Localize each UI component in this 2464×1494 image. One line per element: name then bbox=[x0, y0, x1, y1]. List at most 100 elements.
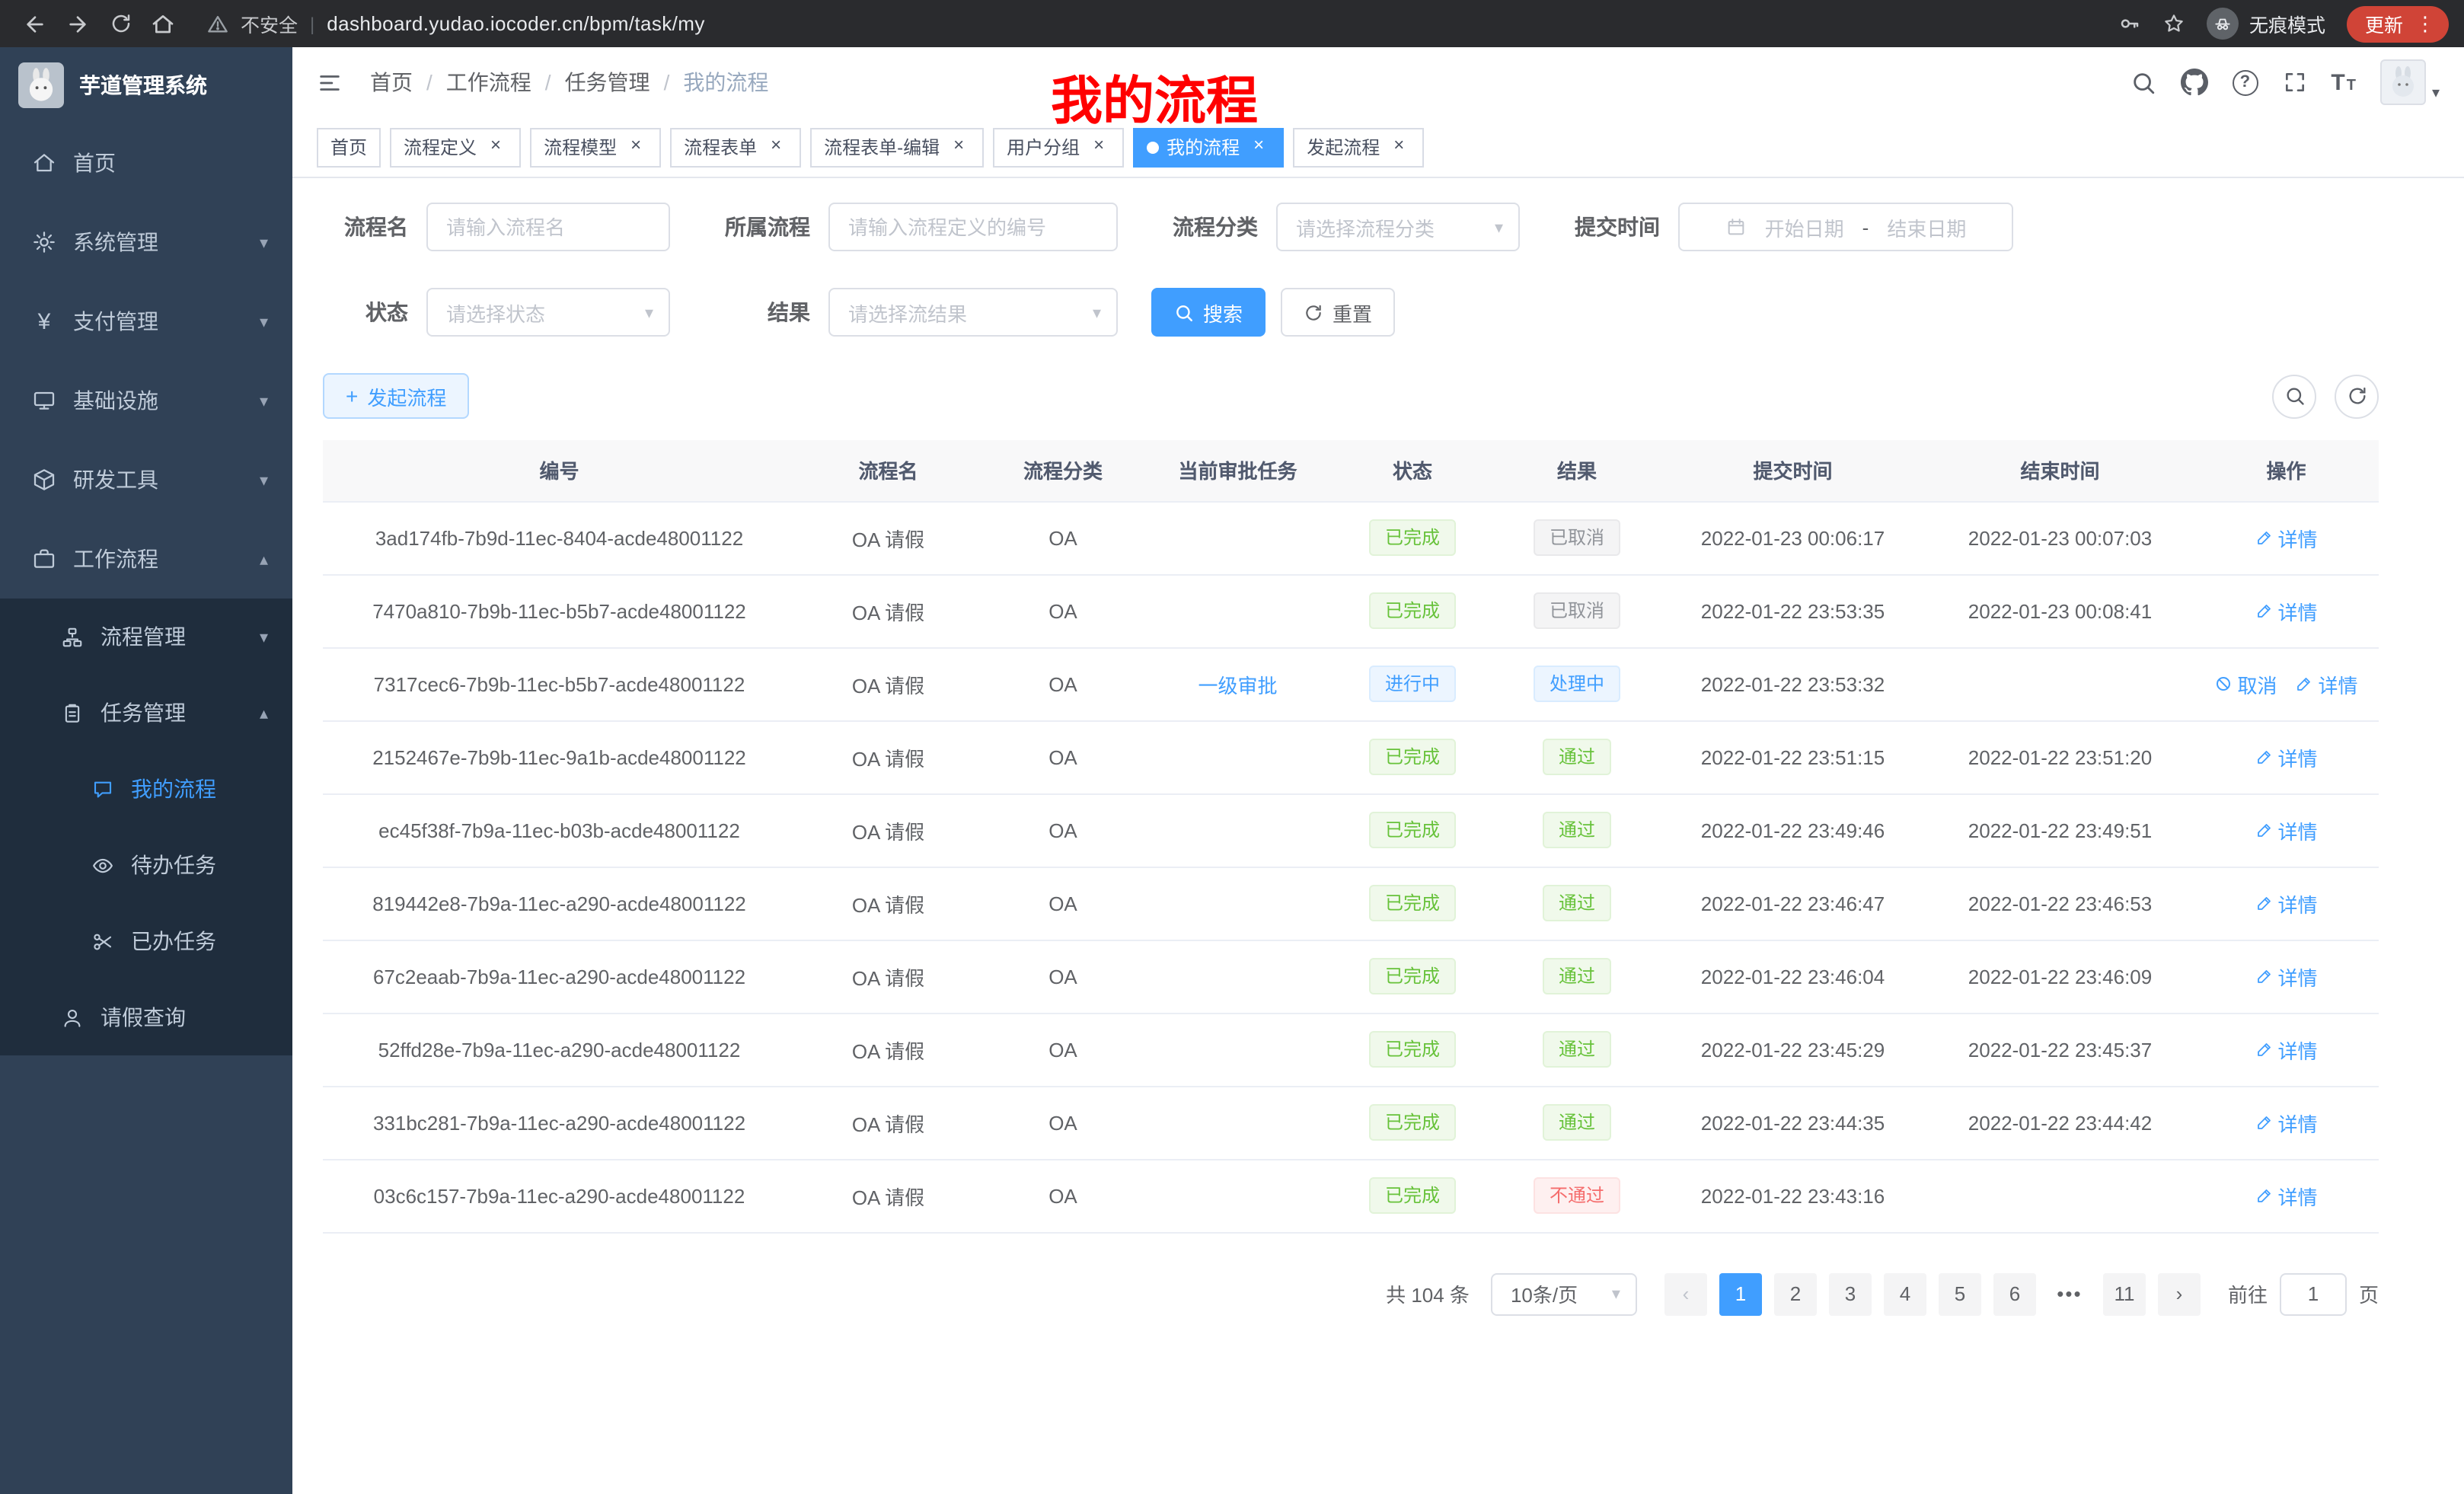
user-menu[interactable]: ▾ bbox=[2380, 59, 2440, 105]
detail-button[interactable]: 详情 bbox=[2255, 1108, 2317, 1137]
detail-button[interactable]: 详情 bbox=[2255, 1035, 2317, 1064]
filter-row-2: 状态 请选择状态 ▾ 结果 请选择流结果 ▾ 搜索 bbox=[323, 288, 2379, 337]
goto-unit: 页 bbox=[2359, 1279, 2379, 1308]
reset-button[interactable]: 重置 bbox=[1281, 288, 1395, 337]
sidebar-item-todo-task[interactable]: 待办任务 bbox=[0, 827, 292, 903]
cell-submit-time: 2022-01-22 23:43:16 bbox=[1659, 1159, 1926, 1232]
sidebar-item-done-task[interactable]: 已办任务 bbox=[0, 903, 292, 979]
address-bar[interactable]: 不安全 | dashboard.yudao.iocoder.cn/bpm/tas… bbox=[207, 9, 705, 38]
tab[interactable]: 首页 × bbox=[317, 127, 381, 167]
cell-process-name: OA 请假 bbox=[796, 720, 981, 793]
breadcrumb-item[interactable]: 工作流程 bbox=[413, 67, 531, 97]
close-icon[interactable]: × bbox=[1387, 136, 1410, 158]
sidebar-item-devtools[interactable]: 研发工具 ▾ bbox=[0, 440, 292, 519]
cell-status: 已完成 bbox=[1330, 1159, 1495, 1232]
prev-page-button[interactable]: ‹ bbox=[1664, 1272, 1707, 1315]
tab[interactable]: 发起流程 × bbox=[1293, 127, 1424, 167]
back-icon[interactable] bbox=[15, 4, 55, 43]
result-badge: 已取消 bbox=[1534, 592, 1620, 629]
sidebar-item-my-process[interactable]: 我的流程 bbox=[0, 751, 292, 827]
close-icon[interactable]: × bbox=[1087, 136, 1110, 158]
page-button[interactable]: 1 bbox=[1719, 1272, 1762, 1315]
eye-icon bbox=[88, 854, 116, 876]
chevron-down-icon: ▾ bbox=[645, 302, 653, 322]
url-text[interactable]: dashboard.yudao.iocoder.cn/bpm/task/my bbox=[327, 12, 705, 35]
cancel-button[interactable]: 取消 bbox=[2214, 669, 2277, 698]
page-button[interactable]: 5 bbox=[1939, 1272, 1981, 1315]
refresh-icon[interactable] bbox=[2335, 374, 2379, 418]
browser-menu-icon[interactable]: ⋮ bbox=[2415, 11, 2435, 36]
sidebar-toggle-icon[interactable] bbox=[317, 69, 343, 95]
process-name-input[interactable] bbox=[426, 203, 670, 251]
close-icon[interactable]: × bbox=[624, 136, 647, 158]
chevron-down-icon: ▾ bbox=[260, 391, 268, 410]
page-button[interactable]: 11 bbox=[2103, 1272, 2146, 1315]
breadcrumb-item[interactable]: 我的流程 bbox=[650, 67, 769, 97]
submit-time-range-picker[interactable]: 开始日期 - 结束日期 bbox=[1678, 203, 2013, 251]
current-task-link[interactable]: 一级审批 bbox=[1198, 669, 1277, 698]
breadcrumb-item[interactable]: 任务管理 bbox=[531, 67, 650, 97]
page-button[interactable]: 2 bbox=[1774, 1272, 1817, 1315]
home-icon[interactable] bbox=[143, 4, 183, 43]
start-process-button[interactable]: + 发起流程 bbox=[323, 373, 469, 419]
sidebar-item-process-mgmt[interactable]: 流程管理 ▾ bbox=[0, 599, 292, 675]
help-icon[interactable]: ? bbox=[2232, 69, 2258, 95]
close-icon[interactable]: × bbox=[484, 136, 507, 158]
column-header: 流程名 bbox=[796, 440, 981, 501]
category-select[interactable]: 请选择流程分类 ▾ bbox=[1276, 203, 1520, 251]
sidebar-item-home[interactable]: 首页 bbox=[0, 123, 292, 203]
page-size-select[interactable]: 10条/页 ▾ bbox=[1491, 1272, 1637, 1315]
cell-category: OA bbox=[981, 1013, 1145, 1086]
tab[interactable]: 流程定义 × bbox=[390, 127, 521, 167]
bookmark-star-icon[interactable] bbox=[2162, 12, 2185, 35]
cell-id: 03c6c157-7b9a-11ec-a290-acde48001122 bbox=[323, 1159, 796, 1232]
page-button[interactable]: ••• bbox=[2048, 1272, 2091, 1315]
sidebar-item-system[interactable]: 系统管理 ▾ bbox=[0, 203, 292, 282]
search-icon[interactable] bbox=[2130, 69, 2156, 95]
tab[interactable]: 流程表单-编辑 × bbox=[810, 127, 984, 167]
breadcrumb-item[interactable]: 首页 bbox=[370, 67, 413, 97]
table-row: ec45f38f-7b9a-11ec-b03b-acde48001122 OA … bbox=[323, 793, 2379, 867]
detail-button[interactable]: 详情 bbox=[2255, 523, 2317, 552]
detail-button[interactable]: 详情 bbox=[2255, 889, 2317, 918]
update-button[interactable]: 更新 ⋮ bbox=[2347, 5, 2449, 42]
search-button[interactable]: 搜索 bbox=[1151, 288, 1266, 337]
next-page-button[interactable]: › bbox=[2158, 1272, 2201, 1315]
github-icon[interactable] bbox=[2180, 69, 2207, 96]
detail-button[interactable]: 详情 bbox=[2255, 962, 2317, 991]
page-button[interactable]: 6 bbox=[1993, 1272, 2036, 1315]
key-icon[interactable] bbox=[2118, 12, 2141, 35]
detail-button[interactable]: 详情 bbox=[2296, 669, 2358, 698]
forward-icon[interactable] bbox=[58, 4, 97, 43]
reload-icon[interactable] bbox=[101, 4, 140, 43]
box-icon bbox=[30, 468, 58, 492]
fullscreen-icon[interactable] bbox=[2282, 70, 2306, 94]
detail-button[interactable]: 详情 bbox=[2255, 742, 2317, 771]
font-size-icon[interactable]: TT bbox=[2331, 71, 2356, 94]
column-header: 结束时间 bbox=[1926, 440, 2194, 501]
sidebar-item-task-mgmt[interactable]: 任务管理 ▴ bbox=[0, 675, 292, 751]
close-icon[interactable]: × bbox=[764, 136, 787, 158]
page-button[interactable]: 3 bbox=[1829, 1272, 1872, 1315]
detail-button[interactable]: 详情 bbox=[2255, 816, 2317, 844]
sidebar-item-leave-query[interactable]: 请假查询 bbox=[0, 979, 292, 1055]
close-icon[interactable]: × bbox=[947, 136, 970, 158]
sidebar-item-workflow[interactable]: 工作流程 ▴ bbox=[0, 519, 292, 599]
detail-button[interactable]: 详情 bbox=[2255, 1181, 2317, 1210]
tab[interactable]: 流程表单 × bbox=[670, 127, 801, 167]
close-icon[interactable]: × bbox=[1247, 136, 1270, 158]
user-icon bbox=[58, 1006, 85, 1029]
sidebar-item-payment[interactable]: ¥ 支付管理 ▾ bbox=[0, 282, 292, 361]
toggle-search-icon[interactable] bbox=[2272, 374, 2316, 418]
result-select[interactable]: 请选择流结果 ▾ bbox=[828, 288, 1118, 337]
goto-page-input[interactable] bbox=[2280, 1272, 2347, 1315]
status-select[interactable]: 请选择状态 ▾ bbox=[426, 288, 670, 337]
page-button[interactable]: 4 bbox=[1884, 1272, 1926, 1315]
table-row: 3ad174fb-7b9d-11ec-8404-acde48001122 OA … bbox=[323, 501, 2379, 574]
parent-process-input[interactable] bbox=[828, 203, 1118, 251]
cell-current-task bbox=[1145, 1013, 1330, 1086]
detail-button[interactable]: 详情 bbox=[2255, 596, 2317, 625]
tab[interactable]: 流程模型 × bbox=[530, 127, 661, 167]
sidebar-item-infrastructure[interactable]: 基础设施 ▾ bbox=[0, 361, 292, 440]
chevron-up-icon: ▴ bbox=[260, 703, 268, 723]
